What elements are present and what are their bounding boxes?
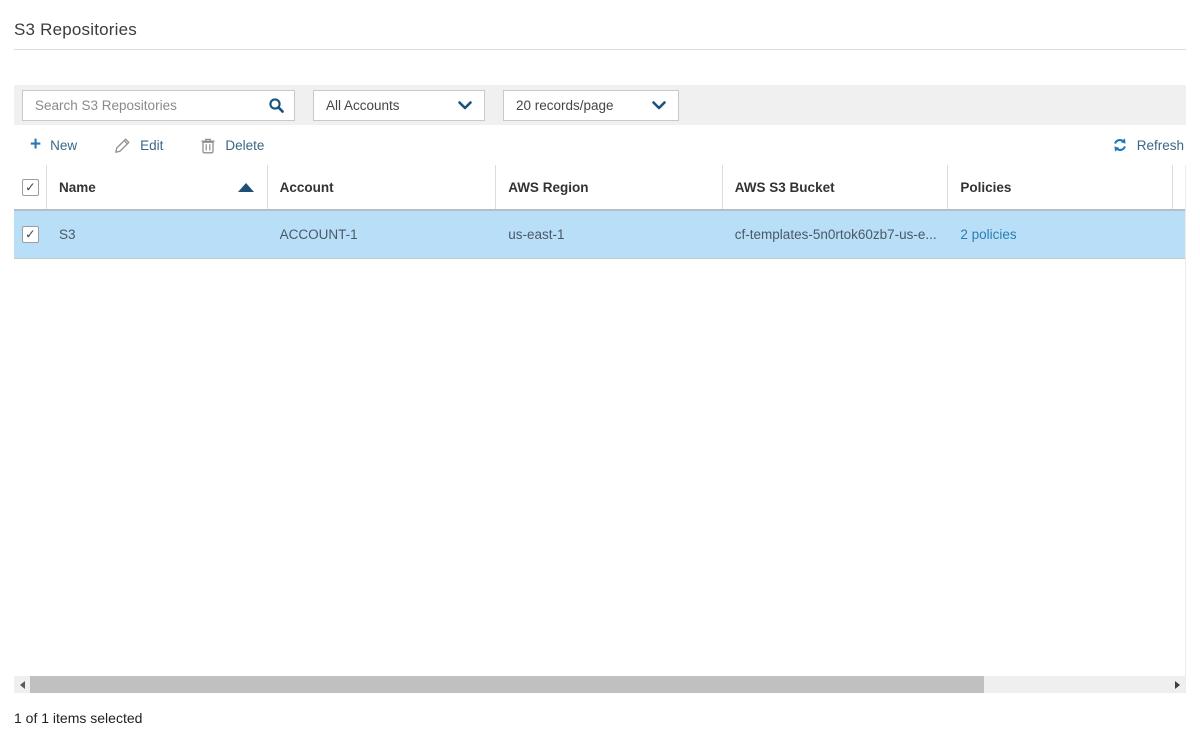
policies-link[interactable]: 2 policies xyxy=(960,227,1016,242)
row-cell-aws-region: us-east-1 xyxy=(496,211,723,258)
chevron-down-icon xyxy=(458,101,472,110)
row-checkbox[interactable]: ✓ xyxy=(22,226,39,243)
triangle-right-icon xyxy=(1175,681,1180,689)
header-cell-filler xyxy=(1173,165,1185,209)
row-cell-select: ✓ xyxy=(14,211,47,258)
row-cell-name: S3 xyxy=(47,211,268,258)
plus-icon: + xyxy=(30,138,41,152)
status-bar: 1 of 1 items selected xyxy=(14,710,1186,728)
new-button[interactable]: + New xyxy=(30,138,77,153)
title-block: S3 Repositories xyxy=(14,0,1186,50)
scroll-right-button[interactable] xyxy=(1169,676,1185,693)
account-filter-dropdown[interactable]: All Accounts xyxy=(313,90,485,121)
triangle-left-icon xyxy=(20,681,25,689)
filter-band: All Accounts 20 records/page xyxy=(14,85,1186,125)
header-cell-policies[interactable]: Policies xyxy=(948,165,1173,209)
header-cell-account[interactable]: Account xyxy=(268,165,497,209)
repositories-table: ✓ Name Account AWS Region AWS S3 Bucket … xyxy=(14,165,1186,693)
row-cell-account: ACCOUNT-1 xyxy=(268,211,497,258)
search-box xyxy=(22,90,295,121)
checkmark-icon: ✓ xyxy=(25,228,36,241)
page-size-value: 20 records/page xyxy=(516,98,614,113)
search-icon xyxy=(268,97,285,114)
header-cell-aws-s3-bucket[interactable]: AWS S3 Bucket xyxy=(723,165,949,209)
delete-button-label: Delete xyxy=(225,138,264,153)
table-row[interactable]: ✓ S3 ACCOUNT-1 us-east-1 cf-templates-5n… xyxy=(14,211,1185,259)
page: S3 Repositories All Accounts 20 records/… xyxy=(14,0,1186,728)
selection-status: 1 of 1 items selected xyxy=(14,710,142,726)
checkmark-icon: ✓ xyxy=(25,180,36,193)
table-empty-area xyxy=(14,259,1185,676)
new-button-label: New xyxy=(50,138,77,153)
sort-ascending-icon xyxy=(238,183,254,192)
search-button[interactable] xyxy=(258,91,294,120)
edit-button-label: Edit xyxy=(140,138,163,153)
horizontal-scrollbar[interactable] xyxy=(14,676,1185,693)
account-filter-value: All Accounts xyxy=(326,98,400,113)
refresh-icon xyxy=(1112,137,1128,153)
delete-button[interactable]: Delete xyxy=(200,137,264,154)
page-title: S3 Repositories xyxy=(14,20,1186,40)
select-all-checkbox[interactable]: ✓ xyxy=(22,179,39,196)
trash-icon xyxy=(200,137,216,154)
header-cell-aws-region[interactable]: AWS Region xyxy=(496,165,723,209)
row-cell-aws-s3-bucket: cf-templates-5n0rtok60zb7-us-e... xyxy=(723,211,949,258)
pencil-icon xyxy=(114,137,131,154)
header-cell-select-all: ✓ xyxy=(14,165,47,209)
header-cell-name[interactable]: Name xyxy=(47,165,268,209)
search-input[interactable] xyxy=(23,91,258,120)
refresh-button[interactable]: Refresh xyxy=(1112,137,1184,153)
scrollbar-track[interactable] xyxy=(30,676,1169,693)
refresh-button-label: Refresh xyxy=(1137,138,1184,153)
edit-button[interactable]: Edit xyxy=(114,137,163,154)
page-size-dropdown[interactable]: 20 records/page xyxy=(503,90,679,121)
table-header-row: ✓ Name Account AWS Region AWS S3 Bucket … xyxy=(14,165,1185,211)
row-cell-filler xyxy=(1173,211,1185,258)
row-cell-policies: 2 policies xyxy=(948,211,1173,258)
chevron-down-icon xyxy=(652,101,666,110)
toolbar: + New Edit Delete xyxy=(14,125,1186,165)
scroll-left-button[interactable] xyxy=(14,676,30,693)
scrollbar-thumb[interactable] xyxy=(30,676,984,693)
